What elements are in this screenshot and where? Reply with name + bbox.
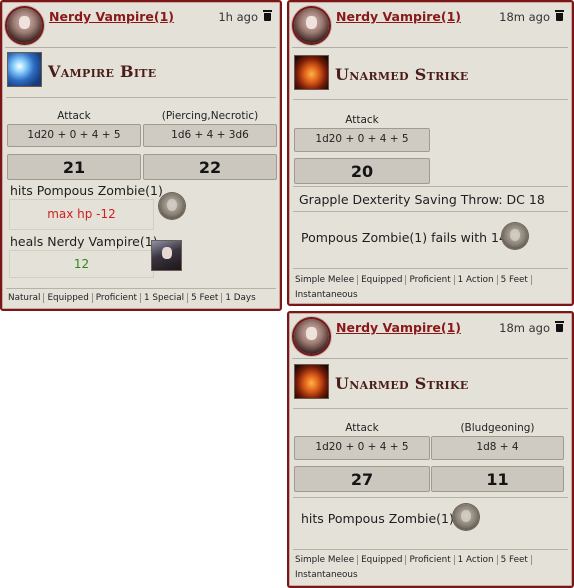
divider (6, 288, 276, 289)
card-header: Nerdy Vampire(1) 18m ago (292, 6, 568, 48)
item-title: Vampire Bite (48, 62, 157, 81)
tag: Simple Melee (295, 275, 359, 285)
timestamp: 18m ago (499, 10, 550, 24)
tag: Equipped (358, 555, 407, 565)
divider (293, 408, 568, 409)
attack-label: Attack (345, 114, 379, 126)
trash-icon[interactable] (555, 10, 564, 21)
tag: Simple Melee (295, 555, 359, 565)
divider (293, 99, 568, 100)
tag: Equipped (44, 293, 93, 303)
damage-result[interactable]: 11 (431, 466, 564, 492)
item-tags: Simple Melee Equipped Proficient 1 Action 5 … (295, 273, 565, 303)
tag: Instantaneous (295, 290, 358, 300)
timestamp: 1h ago (218, 10, 258, 24)
damage-type-label: (Bludgeoning) (460, 422, 535, 434)
divider (293, 186, 568, 187)
hit-effect: max hp -12 (9, 199, 154, 230)
chat-card-vampire-bite: Nerdy Vampire(1) 1h ago Vampire Bite Att… (0, 0, 282, 311)
zombie-token-icon[interactable] (453, 504, 479, 530)
attack-roll-formula[interactable]: 1d20 + 0 + 4 + 5 (294, 436, 430, 460)
item-title-row: Vampire Bite (7, 52, 277, 90)
tag: Instantaneous (295, 570, 358, 580)
tag: 1 Action (454, 275, 498, 285)
tag: Proficient (406, 555, 455, 565)
vampire-bite-icon[interactable] (7, 52, 42, 87)
trash-icon[interactable] (263, 10, 272, 21)
attack-roll-formula[interactable]: 1d20 + 0 + 4 + 5 (7, 124, 141, 147)
tag: 5 Feet (497, 555, 532, 565)
attack-roll-formula[interactable]: 1d20 + 0 + 4 + 5 (294, 128, 430, 152)
attack-result[interactable]: 21 (7, 154, 141, 180)
item-title-row: Unarmed Strike (294, 55, 564, 93)
speaker-link[interactable]: Nerdy Vampire(1) (49, 9, 174, 24)
vampire-avatar-icon[interactable] (294, 8, 329, 43)
tag: 5 Feet (497, 275, 532, 285)
card-header: Nerdy Vampire(1) 1h ago (5, 6, 276, 48)
speaker-link[interactable]: Nerdy Vampire(1) (336, 9, 461, 24)
zombie-token-icon[interactable] (159, 193, 185, 219)
vampire-portrait-icon[interactable] (151, 240, 182, 271)
divider (6, 97, 276, 98)
heal-target-text: heals Nerdy Vampire(1) (10, 234, 158, 249)
unarmed-strike-icon[interactable] (294, 364, 329, 399)
chat-card-unarmed-strike-hit: Nerdy Vampire(1) 18m ago Unarmed Strike … (287, 311, 574, 588)
damage-result[interactable]: 22 (143, 154, 277, 180)
vampire-avatar-icon[interactable] (294, 319, 329, 354)
tag: Proficient (92, 293, 141, 303)
trash-icon[interactable] (555, 321, 564, 332)
divider (293, 497, 568, 498)
unarmed-strike-icon[interactable] (294, 55, 329, 90)
tag: 5 Feet (188, 293, 223, 303)
tag: Proficient (406, 275, 455, 285)
item-title-row: Unarmed Strike (294, 364, 564, 402)
attack-result[interactable]: 20 (294, 158, 430, 184)
divider (293, 549, 568, 550)
attack-label: Attack (57, 110, 91, 122)
heal-value: 12 (9, 250, 154, 278)
item-title: Unarmed Strike (335, 65, 469, 84)
hit-target-text: hits Pompous Zombie(1) (10, 183, 163, 198)
vampire-avatar-icon[interactable] (7, 8, 42, 43)
zombie-token-icon[interactable] (502, 223, 528, 249)
save-fail-text: Pompous Zombie(1) fails with 14 (301, 230, 507, 245)
attack-result[interactable]: 27 (294, 466, 430, 492)
divider (293, 211, 568, 212)
item-title: Unarmed Strike (335, 374, 469, 393)
divider (293, 268, 568, 269)
item-tags: Simple Melee Equipped Proficient 1 Action 5 … (295, 553, 565, 583)
damage-roll-formula[interactable]: 1d6 + 4 + 3d6 (143, 124, 277, 147)
tag: 1 Days (225, 293, 256, 303)
chat-card-unarmed-strike-grapple: Nerdy Vampire(1) 18m ago Unarmed Strike … (287, 0, 574, 306)
hit-target-text: hits Pompous Zombie(1) (301, 511, 454, 526)
tag: 1 Special (141, 293, 189, 303)
tag: 1 Action (454, 555, 498, 565)
tag: Natural (8, 293, 45, 303)
speaker-link[interactable]: Nerdy Vampire(1) (336, 320, 461, 335)
card-header: Nerdy Vampire(1) 18m ago (292, 317, 568, 359)
item-tags: Natural Equipped Proficient 1 Special 5 Feet… (8, 291, 259, 306)
damage-type-label: (Piercing,Necrotic) (161, 110, 259, 122)
tag: Equipped (358, 275, 407, 285)
timestamp: 18m ago (499, 321, 550, 335)
saving-throw-text: Grapple Dexterity Saving Throw: DC 18 (299, 192, 545, 207)
damage-roll-formula[interactable]: 1d8 + 4 (431, 436, 564, 460)
attack-label: Attack (345, 422, 379, 434)
